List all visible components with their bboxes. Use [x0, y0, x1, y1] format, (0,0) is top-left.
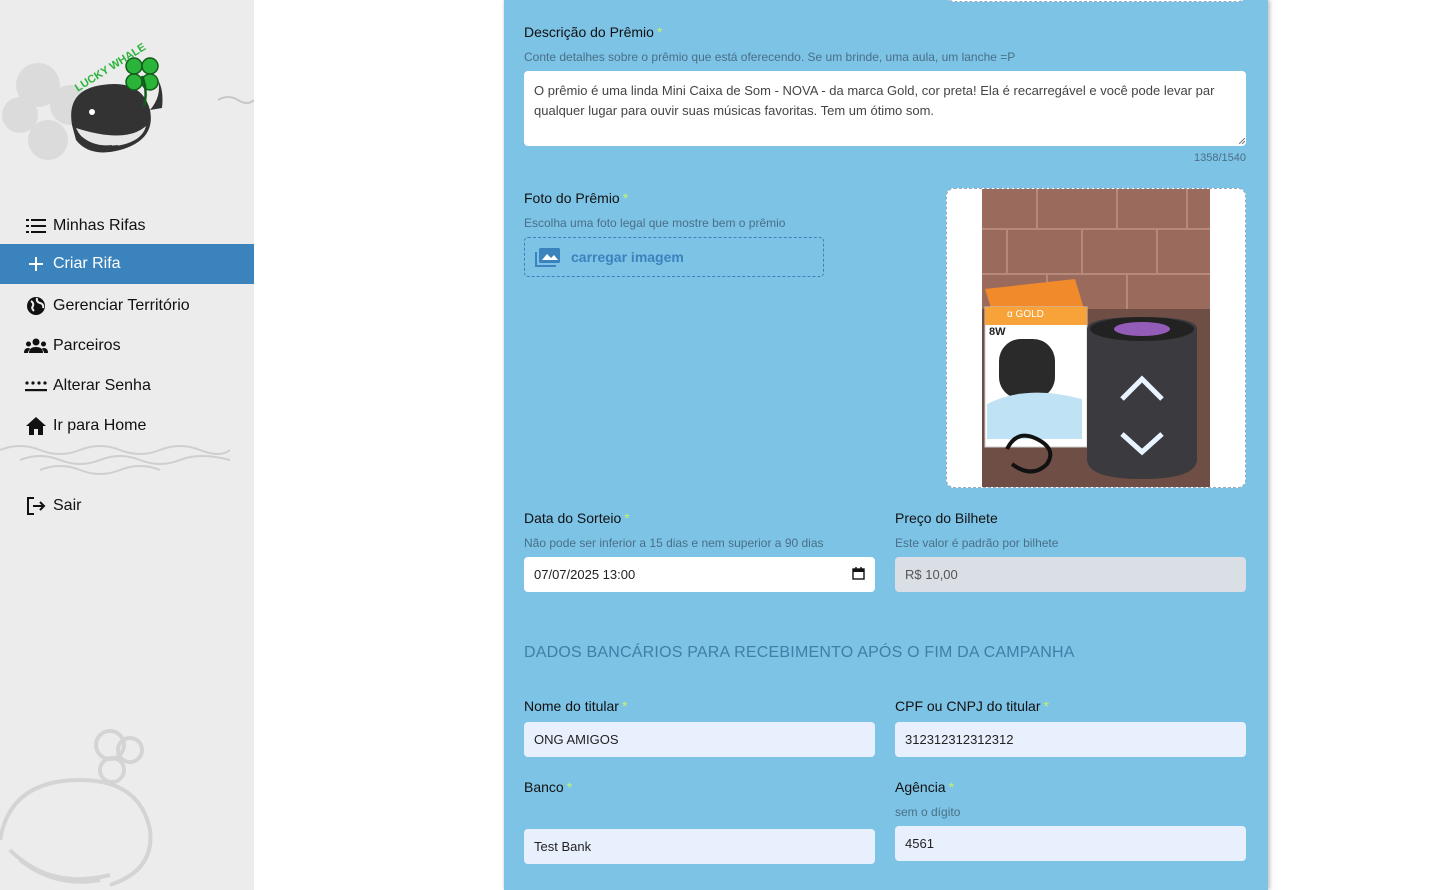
- description-label-text: Descrição do Prêmio: [524, 24, 654, 40]
- sidebar-item-criar-rifa[interactable]: Criar Rifa: [0, 244, 254, 284]
- previous-image-preview-edge: [946, 0, 1246, 2]
- holder-doc-label: CPF ou CNPJ do titular *: [895, 698, 1049, 714]
- draw-date-label-text: Data do Sorteio: [524, 510, 622, 526]
- bank-label-text: Banco: [524, 779, 564, 795]
- agency-label: Agência *: [895, 779, 954, 795]
- create-raffle-form: Descrição do Prêmio * Conte detalhes sobr…: [504, 0, 1268, 890]
- lucky-whale-logo: LUCKY WHALE: [2, 41, 254, 160]
- description-label: Descrição do Prêmio *: [524, 24, 662, 40]
- holder-name-label-text: Nome do titular: [524, 698, 619, 714]
- box-brand-text: α GOLD: [1007, 309, 1044, 320]
- required-mark: *: [621, 698, 628, 714]
- plus-icon: [24, 252, 48, 276]
- holder-name-label: Nome do titular *: [524, 698, 627, 714]
- sidebar-item-label: Minhas Rifas: [53, 217, 146, 234]
- image-upload-icon: [535, 247, 561, 267]
- sidebar-item-label: Gerenciar Território: [53, 297, 190, 314]
- sidebar-item-sair[interactable]: Sair: [0, 486, 254, 526]
- whale-watermark: [0, 729, 153, 887]
- bank-input[interactable]: Test Bank: [524, 829, 875, 864]
- required-mark: *: [566, 779, 573, 795]
- photo-label: Foto do Prêmio *: [524, 190, 628, 206]
- photo-hint: Escolha uma foto legal que mostre bem o …: [524, 216, 786, 230]
- prize-image-preview: α GOLD 8W: [946, 188, 1246, 488]
- calendar-icon[interactable]: [852, 566, 865, 583]
- required-mark: *: [622, 190, 629, 206]
- wave-decoration: [0, 445, 230, 475]
- sidebar: LUCKY WHALE Minhas Rifas Criar Rifa Gere…: [0, 0, 254, 890]
- required-mark: *: [1043, 698, 1049, 714]
- holder-doc-label-text: CPF ou CNPJ do titular: [895, 698, 1041, 714]
- ticket-price-hint: Este valor é padrão por bilhete: [895, 536, 1059, 550]
- agency-label-text: Agência: [895, 779, 946, 795]
- sidebar-item-alterar-senha[interactable]: Alterar Senha: [0, 366, 254, 406]
- people-icon: [24, 334, 48, 358]
- draw-date-input[interactable]: 07/07/2025 13:00: [524, 557, 875, 592]
- sidebar-item-label: Ir para Home: [53, 417, 147, 434]
- bank-section-title: DADOS BANCÁRIOS PARA RECEBIMENTO APÓS O …: [524, 644, 1075, 661]
- prize-photo: α GOLD 8W: [982, 189, 1210, 487]
- password-icon: [24, 374, 48, 398]
- sidebar-item-minhas-rifas[interactable]: Minhas Rifas: [0, 206, 254, 246]
- description-textarea[interactable]: O prêmio é uma linda Mini Caixa de Som -…: [524, 71, 1246, 146]
- list-icon: [24, 214, 48, 238]
- globe-icon: [24, 294, 48, 318]
- agency-hint: sem o dígito: [895, 805, 961, 819]
- photo-label-text: Foto do Prêmio: [524, 190, 620, 206]
- sidebar-item-parceiros[interactable]: Parceiros: [0, 326, 254, 366]
- upload-image-label: carregar imagem: [571, 249, 684, 265]
- draw-date-value: 07/07/2025 13:00: [534, 567, 636, 582]
- required-mark: *: [948, 779, 955, 795]
- holder-doc-input[interactable]: 312312312312312: [895, 722, 1246, 757]
- draw-date-label: Data do Sorteio *: [524, 510, 630, 526]
- sidebar-item-label: Criar Rifa: [53, 255, 121, 272]
- resize-handle-icon[interactable]: [1239, 138, 1245, 144]
- sidebar-item-label: Sair: [53, 497, 82, 514]
- upload-image-button[interactable]: carregar imagem: [524, 237, 824, 277]
- logout-icon: [24, 494, 48, 518]
- ticket-price-label: Preço do Bilhete: [895, 510, 998, 526]
- holder-name-input[interactable]: ONG AMIGOS: [524, 722, 875, 757]
- box-model-text: 8W: [989, 326, 1006, 338]
- agency-input[interactable]: 4561: [895, 826, 1246, 861]
- required-mark: *: [656, 24, 663, 40]
- home-icon: [24, 414, 48, 438]
- required-mark: *: [624, 510, 630, 526]
- sidebar-item-label: Alterar Senha: [53, 377, 151, 394]
- description-hint: Conte detalhes sobre o prêmio que está o…: [524, 50, 1016, 64]
- ticket-price-input: R$ 10,00: [895, 557, 1246, 592]
- sidebar-item-label: Parceiros: [53, 337, 121, 354]
- sidebar-item-gerenciar-territorio[interactable]: Gerenciar Território: [0, 286, 254, 326]
- description-char-counter: 1358/1540: [1194, 152, 1246, 164]
- bank-label: Banco *: [524, 779, 572, 795]
- draw-date-hint: Não pode ser inferior a 15 dias e nem su…: [524, 536, 824, 550]
